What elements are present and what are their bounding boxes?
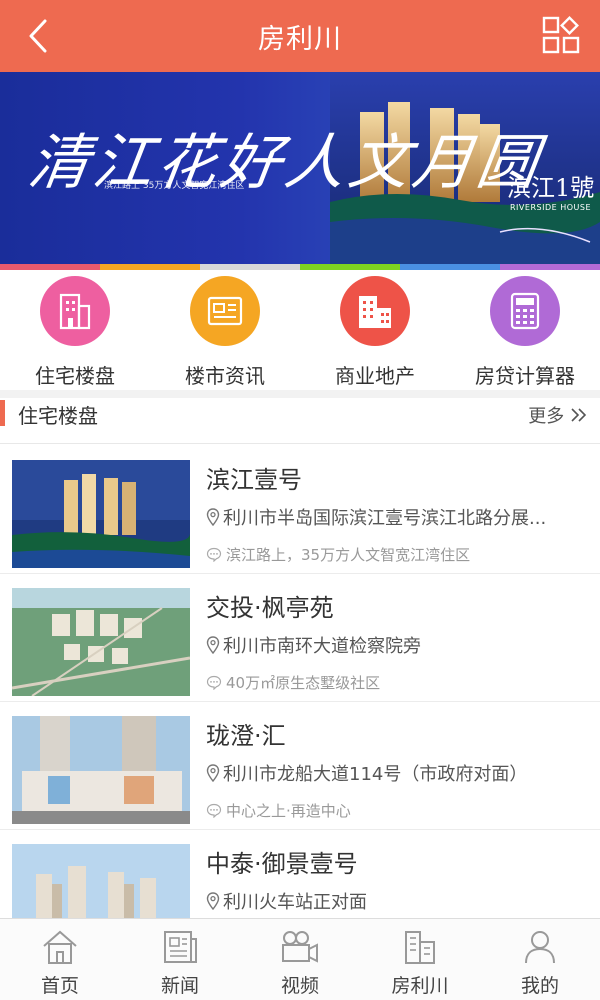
listing-address: 利川市南环大道检察院旁 bbox=[206, 632, 586, 658]
listing-slogan: 滨江路上，35万方人文智宽江湾住区 bbox=[206, 544, 470, 565]
tab-label: 我的 bbox=[520, 975, 559, 997]
listing-slogan-text: 滨江路上，35万方人文智宽江湾住区 bbox=[226, 546, 471, 564]
listing-address-text: 利川市龙船大道114号（市政府对面） bbox=[223, 764, 528, 785]
grid-icon bbox=[542, 16, 580, 54]
category-label: 房贷计算器 bbox=[475, 364, 575, 388]
location-pin-icon bbox=[206, 892, 220, 910]
listing-slogan-text: 中心之上·再造中心 bbox=[226, 802, 351, 820]
calculator-icon bbox=[510, 292, 540, 330]
chevron-left-icon bbox=[29, 19, 47, 53]
speech-bubble-icon bbox=[206, 547, 222, 562]
category-market-news[interactable]: 楼市资讯 bbox=[150, 270, 300, 390]
section-title: 住宅楼盘 bbox=[18, 404, 98, 428]
category-mortgage-calculator[interactable]: 房贷计算器 bbox=[450, 270, 600, 390]
tab-label: 新闻 bbox=[160, 975, 199, 997]
top-nav-bar: 房利川 bbox=[0, 0, 600, 72]
section-divider bbox=[0, 390, 600, 398]
bottom-tab-bar: 首页 新闻 视频 房利川 我的 bbox=[0, 918, 600, 1000]
page-title: 房利川 bbox=[258, 23, 342, 55]
category-grid: 住宅楼盘 楼市资讯 商业地产 房贷计算器 bbox=[0, 270, 600, 390]
listing-slogan-text: 40万㎡原生态墅级社区 bbox=[226, 674, 381, 692]
tab-label: 首页 bbox=[40, 975, 79, 997]
listing-slogan: 40万㎡原生态墅级社区 bbox=[206, 672, 380, 693]
location-pin-icon bbox=[206, 764, 220, 782]
listing-thumbnail bbox=[12, 588, 190, 696]
listing-list: 滨江壹号 利川市半岛国际滨江壹号滨江北路分展... 滨江路上，35万方人文智宽江… bbox=[0, 446, 600, 958]
list-item[interactable]: 交投·枫亭苑 利川市南环大道检察院旁 40万㎡原生态墅级社区 bbox=[0, 574, 600, 702]
building-icon bbox=[59, 293, 91, 330]
listing-name: 中泰·御景壹号 bbox=[206, 850, 358, 878]
category-icon-circle bbox=[40, 276, 110, 346]
location-pin-icon bbox=[206, 636, 220, 654]
back-button[interactable] bbox=[18, 14, 58, 58]
section-accent-bar bbox=[0, 400, 5, 426]
promo-banner[interactable]: 清江花好人文月圆 滨江路上 35万方人文智宽江湾住区 滨江1號 RIVERSID… bbox=[0, 72, 600, 264]
video-camera-icon bbox=[282, 931, 318, 963]
speech-bubble-icon bbox=[206, 675, 222, 690]
listing-slogan: 中心之上·再造中心 bbox=[206, 800, 351, 821]
listing-name: 滨江壹号 bbox=[206, 466, 302, 494]
tab-label: 房利川 bbox=[391, 975, 449, 997]
more-link[interactable]: 更多 bbox=[528, 402, 588, 428]
listing-address: 利川火车站正对面 bbox=[206, 888, 586, 914]
app-screen: 房利川 清江花好人文月圆 滨江路上 35万方人文智宽江湾住区 滨江1號 RIVE… bbox=[0, 0, 600, 1000]
category-label: 商业地产 bbox=[335, 364, 415, 388]
commercial-building-icon bbox=[359, 296, 391, 328]
home-icon bbox=[43, 930, 77, 964]
tab-label: 视频 bbox=[280, 975, 319, 997]
tab-fanglichuan[interactable]: 房利川 bbox=[360, 919, 480, 1000]
list-item[interactable]: 滨江壹号 利川市半岛国际滨江壹号滨江北路分展... 滨江路上，35万方人文智宽江… bbox=[0, 446, 600, 574]
listing-address: 利川市龙船大道114号（市政府对面） bbox=[206, 760, 586, 786]
banner-brand-en: RIVERSIDE HOUSE bbox=[510, 203, 591, 212]
newspaper-icon bbox=[164, 931, 197, 963]
category-icon-circle bbox=[340, 276, 410, 346]
tab-news[interactable]: 新闻 bbox=[120, 919, 240, 1000]
listing-address-text: 利川市半岛国际滨江壹号滨江北路分展... bbox=[223, 508, 547, 529]
listing-name: 交投·枫亭苑 bbox=[206, 594, 334, 622]
list-item[interactable]: 珑澄·汇 利川市龙船大道114号（市政府对面） 中心之上·再造中心 bbox=[0, 702, 600, 830]
tab-home[interactable]: 首页 bbox=[0, 919, 120, 1000]
listing-address-text: 利川火车站正对面 bbox=[223, 892, 367, 913]
listing-thumbnail bbox=[12, 716, 190, 824]
location-pin-icon bbox=[206, 508, 220, 526]
banner-calligraphy: 清江花好人文月圆 bbox=[24, 128, 547, 198]
tab-video[interactable]: 视频 bbox=[240, 919, 360, 1000]
speech-bubble-icon bbox=[206, 803, 222, 818]
listing-thumbnail bbox=[12, 460, 190, 568]
grid-menu-button[interactable] bbox=[540, 14, 584, 58]
user-icon bbox=[525, 931, 555, 964]
tab-me[interactable]: 我的 bbox=[480, 919, 600, 1000]
category-label: 楼市资讯 bbox=[185, 364, 265, 388]
listing-address-text: 利川市南环大道检察院旁 bbox=[223, 636, 421, 657]
more-label: 更多 bbox=[528, 406, 565, 427]
listing-name: 珑澄·汇 bbox=[206, 722, 286, 750]
category-residential[interactable]: 住宅楼盘 bbox=[0, 270, 150, 390]
news-icon bbox=[207, 296, 243, 326]
buildings-icon bbox=[405, 931, 435, 964]
category-commercial[interactable]: 商业地产 bbox=[300, 270, 450, 390]
category-icon-circle bbox=[490, 276, 560, 346]
banner-tagline: 滨江路上 35万方人文智宽江湾住区 bbox=[104, 181, 245, 191]
banner-brand-logo: 滨江1號 bbox=[507, 174, 595, 202]
category-icon-circle bbox=[190, 276, 260, 346]
listing-address: 利川市半岛国际滨江壹号滨江北路分展... bbox=[206, 504, 586, 530]
double-chevron-right-icon bbox=[571, 408, 587, 422]
section-header: 住宅楼盘 更多 bbox=[0, 398, 600, 444]
category-label: 住宅楼盘 bbox=[35, 364, 115, 388]
